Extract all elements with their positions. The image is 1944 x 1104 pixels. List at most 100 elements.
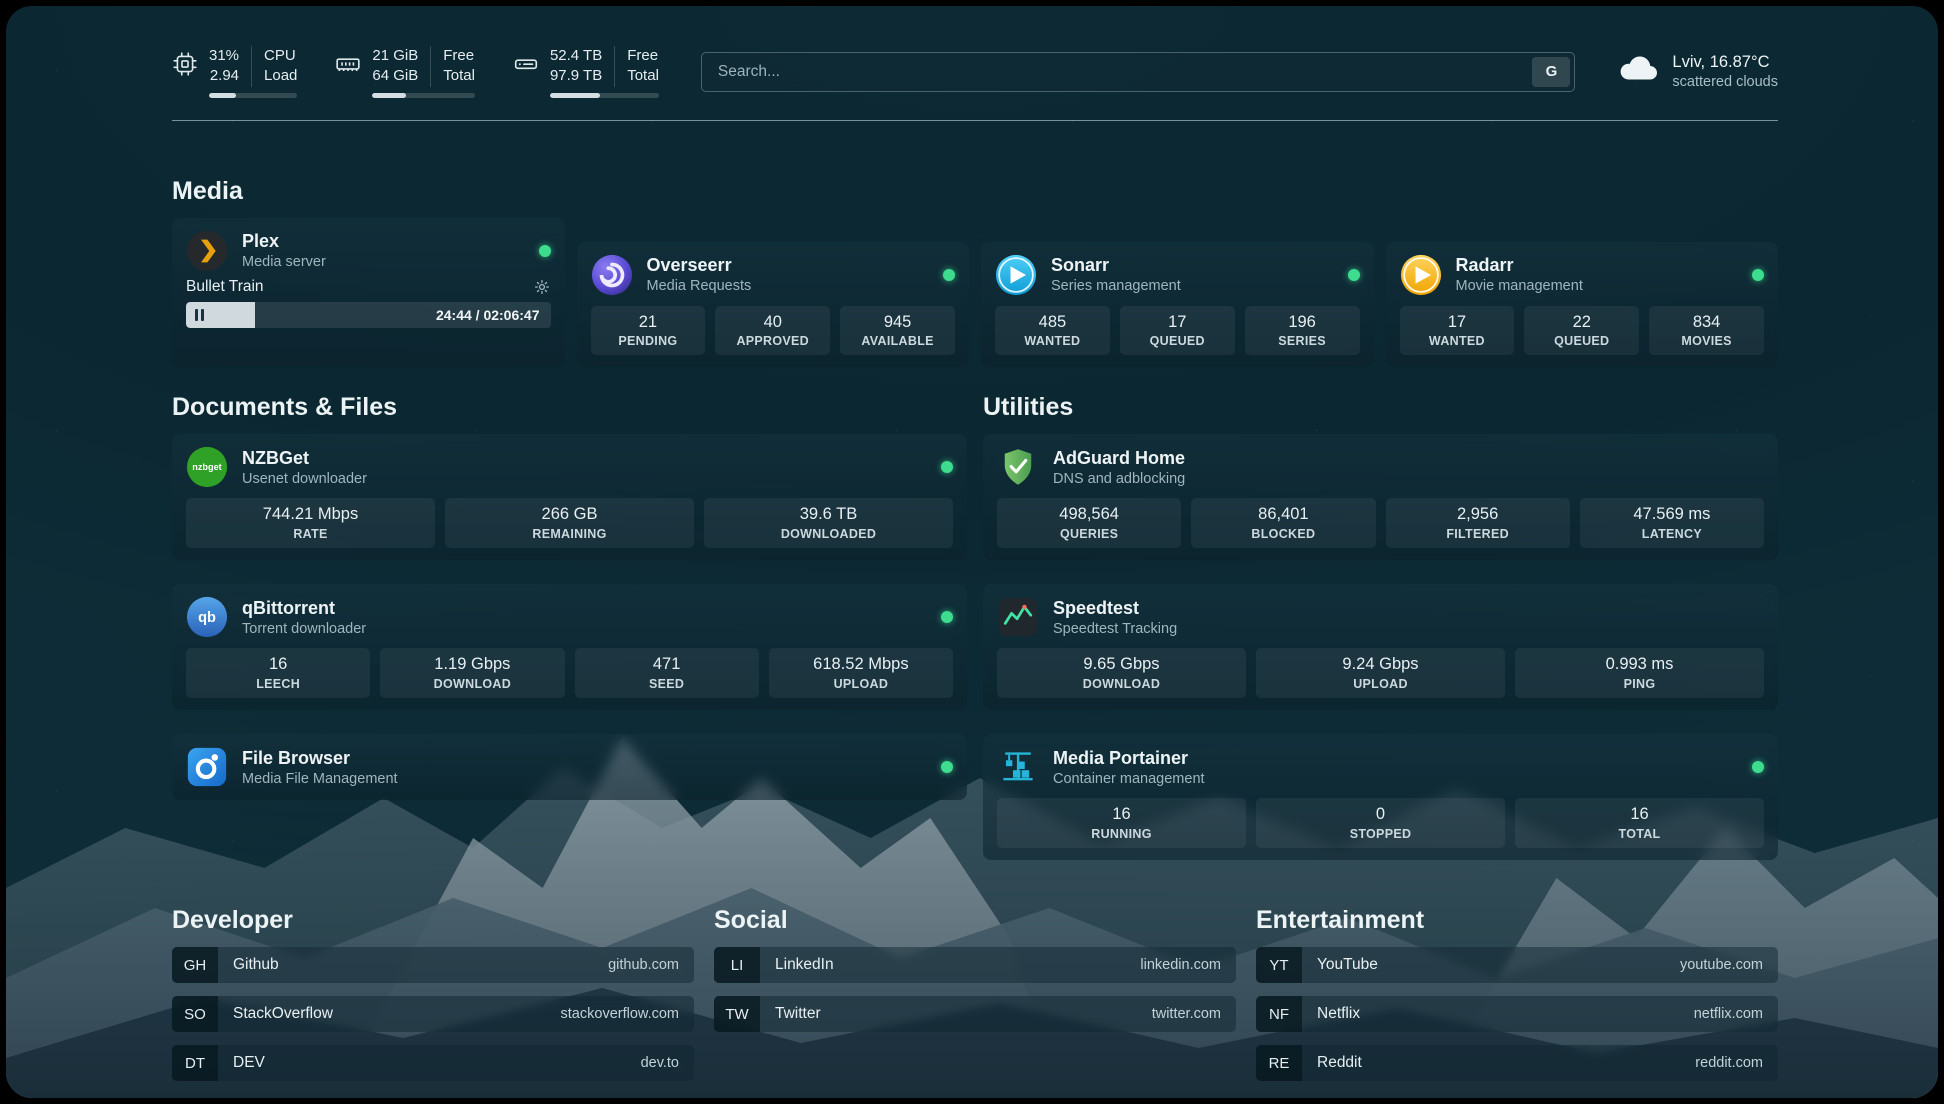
- bookmark-abbr: GH: [172, 947, 218, 983]
- status-dot-online: [1348, 269, 1360, 281]
- cpu-percent-value: 31%: [209, 46, 239, 66]
- bookmark-url: twitter.com: [1137, 996, 1236, 1032]
- stat-box: 945AVAILABLE: [840, 306, 955, 356]
- service-name: Plex: [242, 230, 326, 253]
- search-input[interactable]: [701, 52, 1576, 92]
- disk-widget: 52.4 TB 97.9 TB Free Total: [513, 46, 659, 98]
- service-description: Movie management: [1456, 277, 1583, 295]
- service-description: Media Requests: [647, 277, 752, 295]
- disk-icon: [513, 51, 539, 82]
- stat-box: 17WANTED: [1400, 306, 1515, 356]
- service-description: Usenet downloader: [242, 470, 367, 488]
- section-documents: Documents & Files nzbget NZBGet Usenet d…: [172, 393, 967, 800]
- bookmark-github[interactable]: GH Github github.com: [172, 947, 694, 983]
- now-playing: Bullet Train 24:44 / 02:06:4: [186, 278, 551, 328]
- status-dot-online: [941, 761, 953, 773]
- sonarr-card[interactable]: Sonarr Series management 485WANTED 17QUE…: [981, 242, 1374, 368]
- cpu-icon: [172, 51, 198, 82]
- bookmark-linkedin[interactable]: LI LinkedIn linkedin.com: [714, 947, 1236, 983]
- plex-card[interactable]: Plex Media server Bullet Train: [172, 218, 565, 368]
- bookmark-abbr: SO: [172, 996, 218, 1032]
- stat-box: 40APPROVED: [715, 306, 830, 356]
- memory-free-value: 21 GiB: [372, 46, 418, 66]
- bookmark-reddit[interactable]: RE Reddit reddit.com: [1256, 1045, 1778, 1081]
- bookmark-url: youtube.com: [1665, 947, 1778, 983]
- stat-box: 2,956FILTERED: [1386, 498, 1570, 548]
- bookmark-group-entertainment: Entertainment YT YouTube youtube.com NF …: [1256, 906, 1778, 1094]
- bookmark-name: Twitter: [760, 996, 836, 1032]
- bookmark-twitter[interactable]: TW Twitter twitter.com: [714, 996, 1236, 1032]
- stat-box: 47.569 msLATENCY: [1580, 498, 1764, 548]
- status-dot-online: [941, 461, 953, 473]
- gear-icon[interactable]: [533, 278, 551, 296]
- search-provider-button[interactable]: G: [1532, 57, 1570, 87]
- service-name: NZBGet: [242, 447, 367, 470]
- bookmark-youtube[interactable]: YT YouTube youtube.com: [1256, 947, 1778, 983]
- service-name: Overseerr: [647, 254, 752, 277]
- bookmark-group-title: Developer: [172, 906, 694, 935]
- weather-location: Lviv, 16.87°C: [1672, 52, 1778, 73]
- cpu-label-top: CPU: [264, 46, 297, 66]
- speedtest-card[interactable]: Speedtest Speedtest Tracking 9.65 GbpsDO…: [983, 584, 1778, 710]
- stat-box: 16LEECH: [186, 648, 370, 698]
- radarr-card[interactable]: Radarr Movie management 17WANTED 22QUEUE…: [1386, 242, 1779, 368]
- portainer-card[interactable]: Media Portainer Container management 16R…: [983, 734, 1778, 860]
- bookmark-netflix[interactable]: NF Netflix netflix.com: [1256, 996, 1778, 1032]
- portainer-icon: [997, 746, 1039, 788]
- adguard-card[interactable]: AdGuard Home DNS and adblocking 498,564Q…: [983, 434, 1778, 560]
- filebrowser-icon: [186, 746, 228, 788]
- status-dot-online: [539, 245, 551, 257]
- adguard-icon: [997, 446, 1039, 488]
- bookmark-name: Reddit: [1302, 1045, 1377, 1081]
- stat-box: 744.21 MbpsRATE: [186, 498, 435, 548]
- bookmark-url: reddit.com: [1680, 1045, 1778, 1081]
- memory-label-bottom: Total: [443, 66, 475, 86]
- stat-box: 1.19 GbpsDOWNLOAD: [380, 648, 564, 698]
- overseerr-icon: [591, 254, 633, 296]
- qbittorrent-card[interactable]: qb qBittorrent Torrent downloader 16LEEC…: [172, 584, 967, 710]
- filebrowser-card[interactable]: File Browser Media File Management: [172, 734, 967, 800]
- stat-box: 471SEED: [575, 648, 759, 698]
- memory-icon: [335, 51, 361, 82]
- service-description: Speedtest Tracking: [1053, 620, 1177, 638]
- service-description: Media server: [242, 253, 326, 271]
- service-name: Media Portainer: [1053, 747, 1205, 770]
- stat-box: 196SERIES: [1245, 306, 1360, 356]
- speedtest-icon: [997, 596, 1039, 638]
- stat-box: 16TOTAL: [1515, 798, 1764, 848]
- disk-label-bottom: Total: [627, 66, 659, 86]
- pause-icon[interactable]: [195, 309, 204, 321]
- bookmark-abbr: TW: [714, 996, 760, 1032]
- service-description: Torrent downloader: [242, 620, 366, 638]
- overseerr-card[interactable]: Overseerr Media Requests 21PENDING 40APP…: [577, 242, 970, 368]
- service-description: Series management: [1051, 277, 1181, 295]
- memory-total-value: 64 GiB: [372, 66, 418, 86]
- stat-box: 86,401BLOCKED: [1191, 498, 1375, 548]
- nzbget-card[interactable]: nzbget NZBGet Usenet downloader 744.21 M…: [172, 434, 967, 560]
- stat-box: 618.52 MbpsUPLOAD: [769, 648, 953, 698]
- bookmark-dev[interactable]: DT DEV dev.to: [172, 1045, 694, 1081]
- playback-time: 24:44 / 02:06:47: [436, 307, 540, 323]
- bookmark-name: StackOverflow: [218, 996, 348, 1032]
- bookmark-url: linkedin.com: [1125, 947, 1236, 983]
- stat-box: 17QUEUED: [1120, 306, 1235, 356]
- disk-usage-bar: [550, 93, 659, 98]
- bookmark-name: Netflix: [1302, 996, 1375, 1032]
- svg-text:nzbget: nzbget: [192, 463, 221, 473]
- service-description: Media File Management: [242, 770, 398, 788]
- service-name: Sonarr: [1051, 254, 1181, 277]
- cpu-load-value: 2.94: [210, 66, 239, 86]
- service-name: AdGuard Home: [1053, 447, 1185, 470]
- bookmark-stackoverflow[interactable]: SO StackOverflow stackoverflow.com: [172, 996, 694, 1032]
- stat-box: 9.24 GbpsUPLOAD: [1256, 648, 1505, 698]
- bookmark-group-developer: Developer GH Github github.com SO StackO…: [172, 906, 694, 1094]
- service-description: Container management: [1053, 770, 1205, 788]
- bookmark-name: Github: [218, 947, 294, 983]
- dashboard-window: 31% 2.94 CPU Load: [6, 6, 1938, 1098]
- bookmark-abbr: NF: [1256, 996, 1302, 1032]
- bookmark-name: DEV: [218, 1045, 280, 1081]
- service-name: Radarr: [1456, 254, 1583, 277]
- nzbget-icon: nzbget: [186, 446, 228, 488]
- radarr-icon: [1400, 254, 1442, 296]
- memory-usage-bar: [372, 93, 475, 98]
